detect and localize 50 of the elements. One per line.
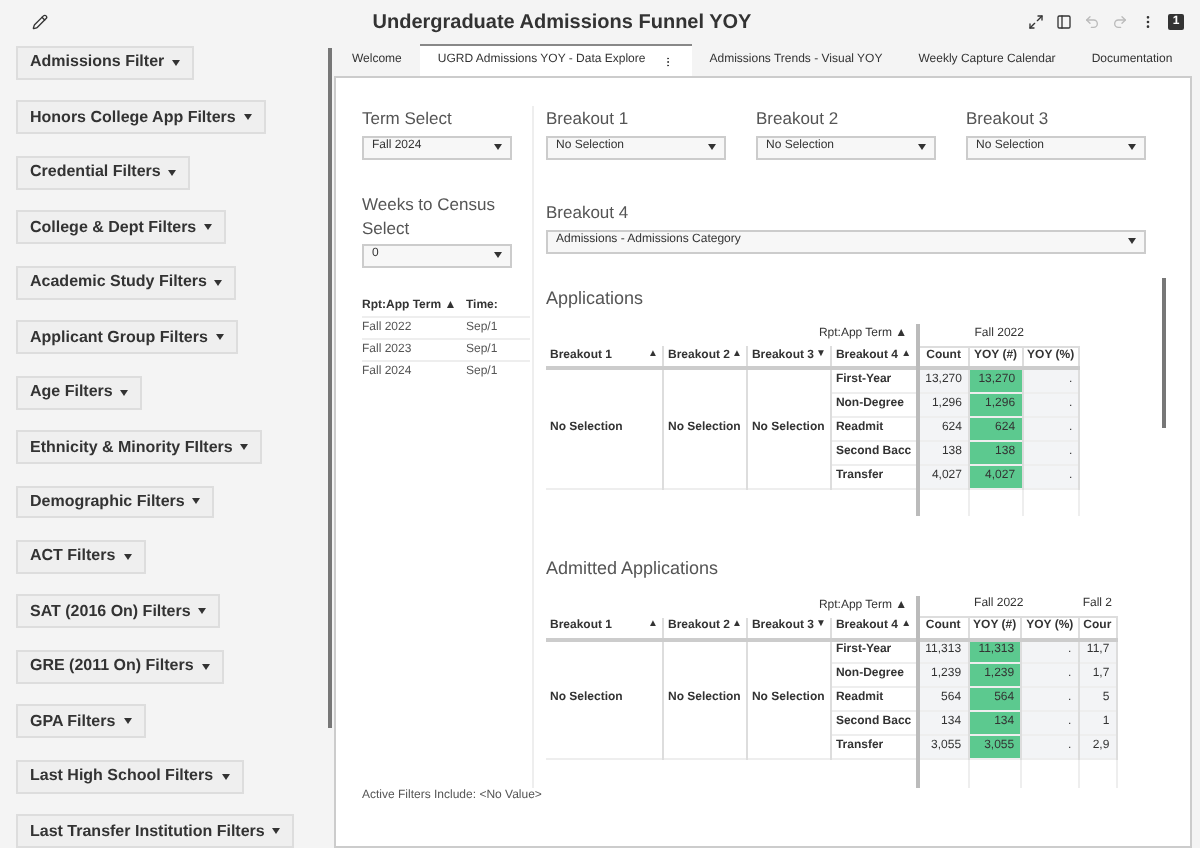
caret-icon (221, 773, 230, 780)
scrollbar[interactable] (1162, 278, 1166, 428)
field-label: Breakout 2 (756, 106, 841, 132)
caret-icon (172, 59, 181, 66)
filter-button[interactable]: Applicant Group Filters (16, 320, 238, 355)
filter-button[interactable]: Admissions Filter (16, 46, 195, 80)
caret-icon (272, 828, 281, 835)
report-title: Undergraduate Admissions Funnel YOY (370, 9, 754, 37)
filter-button[interactable]: Demographic Filters (16, 485, 215, 519)
caret-icon (240, 444, 249, 451)
field-label: Breakout 1 (546, 106, 631, 132)
caret-icon (1128, 144, 1136, 151)
filter-button[interactable]: GPA Filters (16, 704, 146, 739)
caret-icon (215, 334, 224, 341)
filter-button[interactable]: ACT Filters (16, 539, 146, 574)
filter-button[interactable]: SAT (2016 On) Filters (16, 594, 221, 629)
caret-icon (708, 144, 716, 151)
filter-button[interactable]: Age Filters (16, 375, 143, 410)
filter-button[interactable]: GRE (2011 On) Filters (16, 649, 224, 684)
scrollbar[interactable] (328, 48, 332, 728)
field-label: Weeks to Census Select (362, 191, 497, 240)
field-label: Breakout 3 (966, 106, 1051, 132)
caret-icon (1128, 238, 1136, 244)
caret-icon (123, 718, 132, 725)
caret-icon (198, 608, 207, 615)
filter-button[interactable]: Academic Study Filters (16, 265, 237, 300)
caret-icon (214, 279, 223, 286)
expand-icon[interactable] (1028, 14, 1044, 30)
field-label: Term Select (362, 106, 454, 132)
filter-button[interactable]: Credential Filters (16, 155, 191, 190)
caret-icon (204, 224, 213, 231)
caret-icon (494, 252, 502, 259)
table-title: Applications (546, 285, 646, 312)
caret-icon (918, 144, 926, 151)
edit-icon[interactable] (32, 14, 48, 30)
field-label: Breakout 4 (546, 199, 631, 225)
caret-icon (201, 663, 210, 670)
caret-icon (243, 114, 252, 121)
layout-icon[interactable] (1056, 14, 1072, 30)
filter-button[interactable]: Last High School Filters (16, 759, 244, 794)
filter-button[interactable]: Ethnicity & Minority FIlters (16, 430, 263, 464)
filter-button[interactable]: College & Dept Filters (16, 210, 227, 245)
caret-icon (168, 169, 177, 176)
caret-icon (123, 553, 132, 560)
caret-icon (192, 498, 201, 505)
table-title: Admitted Applications (546, 556, 721, 582)
filter-button[interactable]: Honors College App Filters (16, 100, 266, 135)
filter-button[interactable]: Last Transfer Institution Filters (16, 814, 295, 848)
caret-icon (120, 389, 129, 396)
caret-icon (494, 144, 502, 151)
